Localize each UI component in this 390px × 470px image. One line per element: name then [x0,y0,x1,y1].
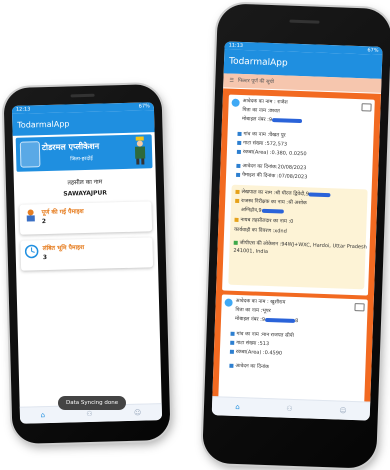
pending-measurement-card[interactable]: लंबित भूमि पैमाइश 3 [20,237,154,271]
status-battery: 67% [367,47,379,54]
filter-label: फिल्टर पूर्ण की सूची [237,77,275,86]
tehsil-value: SAWAYAJPUR [63,189,108,198]
father-name: पिता का नाम :छावत [242,107,280,115]
edit-icon[interactable] [354,303,365,312]
father-name: पिता का नाम :भूपर [235,306,271,315]
phone-right: 11:13 67% TodarmalApp ☰ फिल्टर पूर्ण की … [202,3,390,469]
area-value: रकबा(Area) :0.380, 0.0250 [236,149,307,157]
status-time: 12:13 [15,106,31,113]
app-title: TodarmalApp [228,56,288,69]
redacted-mark [264,317,296,323]
clock-icon [24,244,39,259]
card-count: 3 [42,254,48,262]
mobile-number: मोबाइल नंबर :9 8 [234,315,299,325]
area-value: रकबा(Area) :0.4590 [229,349,282,357]
redacted-mark [271,117,303,123]
rajaswa-nirikshak-cont: अग्निहोत्र,9 [241,207,284,214]
applied-date: आवेदन का दिनांक:20/08/2023 [236,163,306,171]
app-bar: TodarmalApp [12,110,155,136]
profile-icon[interactable]: ☺ [134,409,142,417]
gata-number: गाटा संख्या :513 [230,340,269,347]
home-icon[interactable]: ⌂ [235,403,240,411]
sync-toast: Data Syncing done [58,396,127,410]
action-detail: कार्यवाही का विवरण :xdnd [234,226,287,235]
card-title: पूर्ण की गई पैमाइश [41,208,84,217]
banner-subtitle: जिला-हरदोई [70,155,93,163]
record-icon [224,298,233,307]
village-name: गांव का नाम :मान राजपत सीपी [230,331,294,339]
officer-icon [134,136,146,165]
card-title: लंबित भूमि पैमाइश [42,244,85,253]
emblem-icon [19,141,41,168]
applicant-name: आवेदक का नाम : राजेश [242,98,288,106]
record-icon [231,98,240,107]
profile-icon[interactable]: ☺ [339,407,347,415]
filter-icon: ☰ [229,77,234,84]
people-icon[interactable]: ⚇ [286,405,293,413]
edit-icon[interactable] [361,103,372,112]
people-icon[interactable]: ⚇ [86,410,92,418]
app-title: TodarmalApp [17,118,70,130]
village-name: गांव का नाम :चैखत पुर [237,131,286,139]
status-battery: 67% [138,103,150,110]
phone-left: 12:13 67% TodarmalApp टोडरमल एप्लीकेशन ज… [3,83,171,445]
worker-icon [26,209,35,222]
tehsil-label: तहसील का नाम [67,178,103,187]
speaker-grille [70,93,95,98]
measurement-date: पैमाइश की दिनांक :07/08/2023 [236,172,307,180]
applicant-name: आवेदक का नाम : खुशीराम [235,297,286,306]
officer-details: लेखपाल का नाम :श्री धीरज द्विवेदी,9 राजस… [228,184,368,290]
phone-left-screen: 12:13 67% TodarmalApp टोडरमल एप्लीकेशन ज… [11,102,163,424]
gps-location: जीपीएस की लोकेशन :94WJ+WXC, Hardoi, Utta… [233,240,367,255]
phone-right-screen: 11:13 67% TodarmalApp ☰ फिल्टर पूर्ण की … [211,41,383,421]
gata-number: गाटा संख्या :572,573 [237,140,287,148]
speaker-grille [289,19,320,24]
records-list: आवेदक का नाम : राजेश पिता का नाम :छावत म… [212,88,382,420]
home-icon[interactable]: ⌂ [40,411,45,419]
mobile-number: मोबाइल नंबर :9 [242,116,303,124]
header-banner: टोडरमल एप्लीकेशन जिला-हरदोई [15,134,153,172]
naib-tehsildar: नायब तहसीलदार का नाम :0 [234,217,293,225]
card-count: 2 [41,218,47,226]
completed-measurement-card[interactable]: पूर्ण की गई पैमाइश 2 [19,201,153,235]
rajaswa-nirikshak: राजस्व निरीक्षक का नाम :श्री अशोक [235,198,307,206]
applied-date: आवेदन का दिनांक [229,363,269,370]
lekhpal-name: लेखपाल का नाम :श्री धीरज द्विवेदी,9 [235,189,332,198]
status-time: 11:13 [228,42,244,49]
record-card[interactable]: आवेदक का नाम : राजेश पिता का नाम :छावत म… [222,94,375,296]
banner-title: टोडरमल एप्लीकेशन [41,141,100,153]
